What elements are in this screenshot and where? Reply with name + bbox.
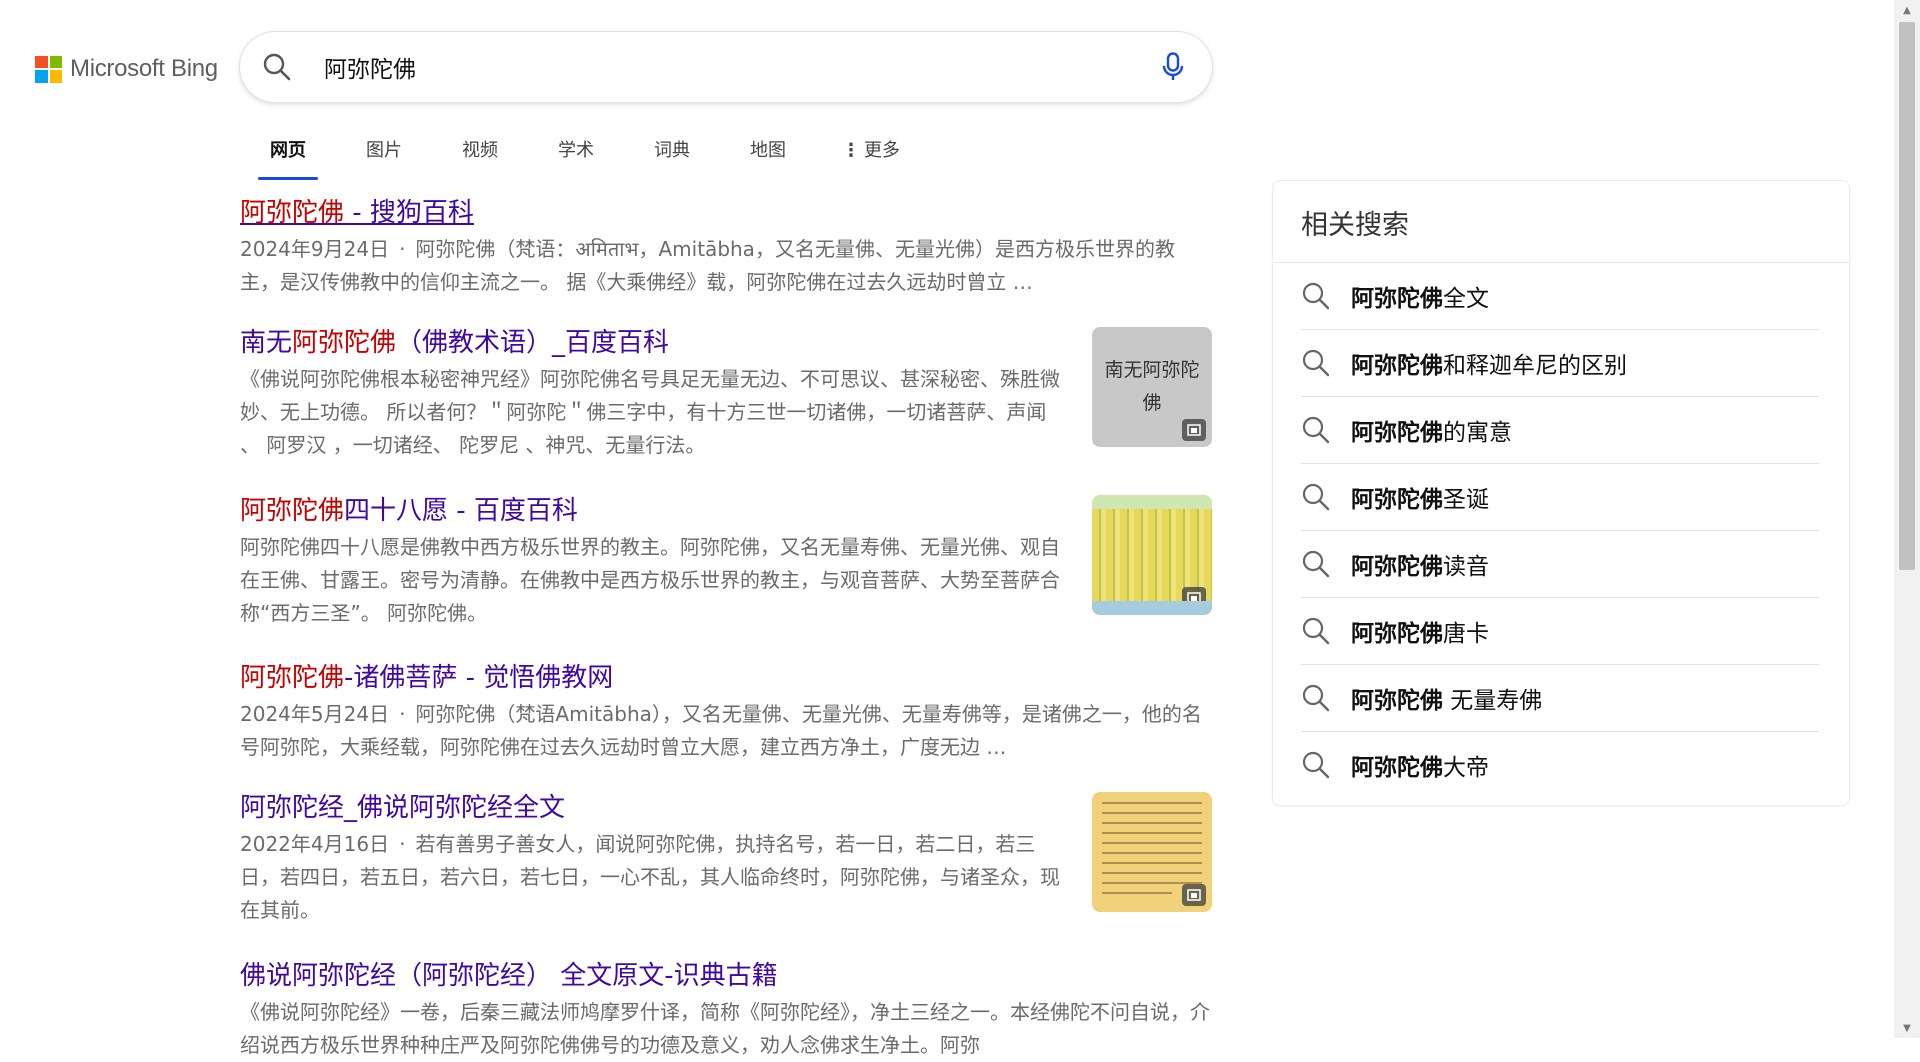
result-title-link[interactable]: 阿弥陀佛四十八愿 - 百度百科 <box>240 493 1212 529</box>
microsoft-logo-icon <box>35 55 62 83</box>
result-date: 2024年5月24日 <box>240 702 390 726</box>
search-icon <box>1302 751 1330 779</box>
search-icon <box>1302 349 1330 377</box>
result-item: 阿弥陀佛 - 搜狗百科 2024年9月24日 · 阿弥陀佛（梵语：अमिताभ，Am… <box>240 195 1212 325</box>
tab-label: 词典 <box>654 140 690 161</box>
search-icon <box>1302 550 1330 578</box>
result-title-link[interactable]: 阿弥陀经_佛说阿弥陀经全文 <box>240 790 1212 826</box>
tab-images[interactable]: 图片 <box>336 126 432 180</box>
search-icon <box>1302 416 1330 444</box>
kebab-icon: ⋮ <box>842 140 860 161</box>
logo-text: Microsoft Bing <box>70 55 218 82</box>
related-searches-title: 相关搜索 <box>1273 181 1849 263</box>
related-search-item[interactable]: 阿弥陀佛唐卡 <box>1301 598 1819 665</box>
result-title-link[interactable]: 阿弥陀佛-诸佛菩萨 - 觉悟佛教网 <box>240 660 1212 696</box>
microphone-icon[interactable] <box>1158 50 1188 84</box>
search-input[interactable] <box>322 53 1158 81</box>
result-title-link[interactable]: 佛说阿弥陀经（阿弥陀经） 全文原文-识典古籍 <box>240 958 1212 994</box>
result-snippet-text: 《佛说阿弥陀经》一卷，后秦三藏法师鸠摩罗什译，简称《阿弥陀经》，净土三经之一。本… <box>240 1000 1210 1057</box>
result-thumbnail[interactable]: 南无阿弥陀佛 <box>1092 327 1212 447</box>
result-item: 佛说阿弥陀经（阿弥陀经） 全文原文-识典古籍 《佛说阿弥陀经》一卷，后秦三藏法师… <box>240 958 1212 1062</box>
tab-videos[interactable]: 视频 <box>432 126 528 180</box>
tab-dictionary[interactable]: 词典 <box>624 126 720 180</box>
image-expand-icon <box>1182 419 1206 441</box>
search-box <box>240 32 1212 102</box>
result-thumbnail[interactable] <box>1092 792 1212 912</box>
tab-label: 网页 <box>270 140 306 161</box>
result-item: 阿弥陀佛-诸佛菩萨 - 觉悟佛教网 2024年5月24日 · 阿弥陀佛（梵语Amit… <box>240 660 1212 790</box>
image-expand-icon <box>1182 884 1206 906</box>
result-snippet-text: 《佛说阿弥陀佛根本秘密神咒经》阿弥陀佛名号具足无量无边、不可思议、甚深秘密、殊胜… <box>240 367 1060 457</box>
tab-label: 地图 <box>750 140 786 161</box>
related-search-item[interactable]: 阿弥陀佛大帝 <box>1301 732 1819 798</box>
results-list: 阿弥陀佛 - 搜狗百科 2024年9月24日 · 阿弥陀佛（梵语：अमिताभ，Am… <box>240 195 1212 1062</box>
result-snippet-text: 阿弥陀佛四十八愿是佛教中西方极乐世界的教主。阿弥陀佛，又名无量寿佛、无量光佛、观… <box>240 535 1060 625</box>
tab-label: 视频 <box>462 140 498 161</box>
search-icon <box>1302 617 1330 645</box>
result-title-link[interactable]: 阿弥陀佛 - 搜狗百科 <box>240 195 1212 231</box>
tab-academic[interactable]: 学术 <box>528 126 624 180</box>
result-item: 阿弥陀佛四十八愿 - 百度百科 阿弥陀佛四十八愿是佛教中西方极乐世界的教主。阿弥… <box>240 493 1212 660</box>
tab-maps[interactable]: 地图 <box>720 126 816 180</box>
result-snippet: 2022年4月16日 · 若有善男子善女人，闻说阿弥陀佛，执持名号，若一日，若二日，… <box>240 832 1060 922</box>
scrollbar-thumb[interactable] <box>1899 22 1915 570</box>
result-snippet: 2024年9月24日 · 阿弥陀佛（梵语：अमिताभ，Amitābha，又名无量佛… <box>240 237 1175 294</box>
related-search-item[interactable]: 阿弥陀佛和释迦牟尼的区别 <box>1301 330 1819 397</box>
search-icon <box>1302 483 1330 511</box>
search-tabs: 网页 图片 视频 学术 词典 地图 ⋮ 更多 <box>240 126 926 180</box>
result-snippet: 阿弥陀佛四十八愿是佛教中西方极乐世界的教主。阿弥陀佛，又名无量寿佛、无量光佛、观… <box>240 531 1068 630</box>
result-title-link[interactable]: 南无阿弥陀佛（佛教术语）_百度百科 <box>240 325 1212 361</box>
scroll-down-arrow-icon[interactable]: ▼ <box>1894 1018 1920 1038</box>
bing-logo[interactable]: Microsoft Bing <box>35 55 218 83</box>
search-icon <box>1302 282 1330 310</box>
page-scrollbar[interactable]: ▲ ▼ <box>1894 0 1920 1038</box>
result-item: 阿弥陀经_佛说阿弥陀经全文 2022年4月16日 · 若有善男子善女人，闻说阿弥陀佛… <box>240 790 1212 958</box>
related-search-item[interactable]: 阿弥陀佛全文 <box>1301 263 1819 330</box>
thumbnail-text: 南无阿弥陀佛 <box>1104 359 1200 414</box>
tab-label: 图片 <box>366 140 402 161</box>
tab-web[interactable]: 网页 <box>240 126 336 180</box>
result-snippet: 2024年5月24日 · 阿弥陀佛（梵语Amitābha），又名无量佛、无量光佛、无… <box>240 702 1202 759</box>
result-snippet: 《佛说阿弥陀经》一卷，后秦三藏法师鸠摩罗什译，简称《阿弥陀经》，净土三经之一。本… <box>240 996 1212 1062</box>
related-search-item[interactable]: 阿弥陀佛读音 <box>1301 531 1819 598</box>
tab-label: 更多 <box>864 140 900 161</box>
scroll-up-arrow-icon[interactable]: ▲ <box>1894 0 1920 20</box>
result-date: 2024年9月24日 <box>240 237 390 261</box>
result-thumbnail[interactable] <box>1092 495 1212 615</box>
tab-label: 学术 <box>558 140 594 161</box>
related-search-item[interactable]: 阿弥陀佛圣诞 <box>1301 464 1819 531</box>
tab-more[interactable]: ⋮ 更多 <box>816 126 926 180</box>
related-searches-panel: 相关搜索 阿弥陀佛全文 阿弥陀佛和释迦牟尼的区别 阿弥陀佛的寓意 阿弥陀佛圣诞 … <box>1272 180 1850 806</box>
search-icon[interactable] <box>260 50 294 84</box>
result-date: 2022年4月16日 <box>240 832 390 856</box>
related-search-item[interactable]: 阿弥陀佛 无量寿佛 <box>1301 665 1819 732</box>
search-icon <box>1302 684 1330 712</box>
result-item: 南无阿弥陀佛（佛教术语）_百度百科 《佛说阿弥陀佛根本秘密神咒经》阿弥陀佛名号具… <box>240 325 1212 493</box>
image-expand-icon <box>1182 587 1206 609</box>
related-search-item[interactable]: 阿弥陀佛的寓意 <box>1301 397 1819 464</box>
result-snippet: 《佛说阿弥陀佛根本秘密神咒经》阿弥陀佛名号具足无量无边、不可思议、甚深秘密、殊胜… <box>240 363 1068 462</box>
